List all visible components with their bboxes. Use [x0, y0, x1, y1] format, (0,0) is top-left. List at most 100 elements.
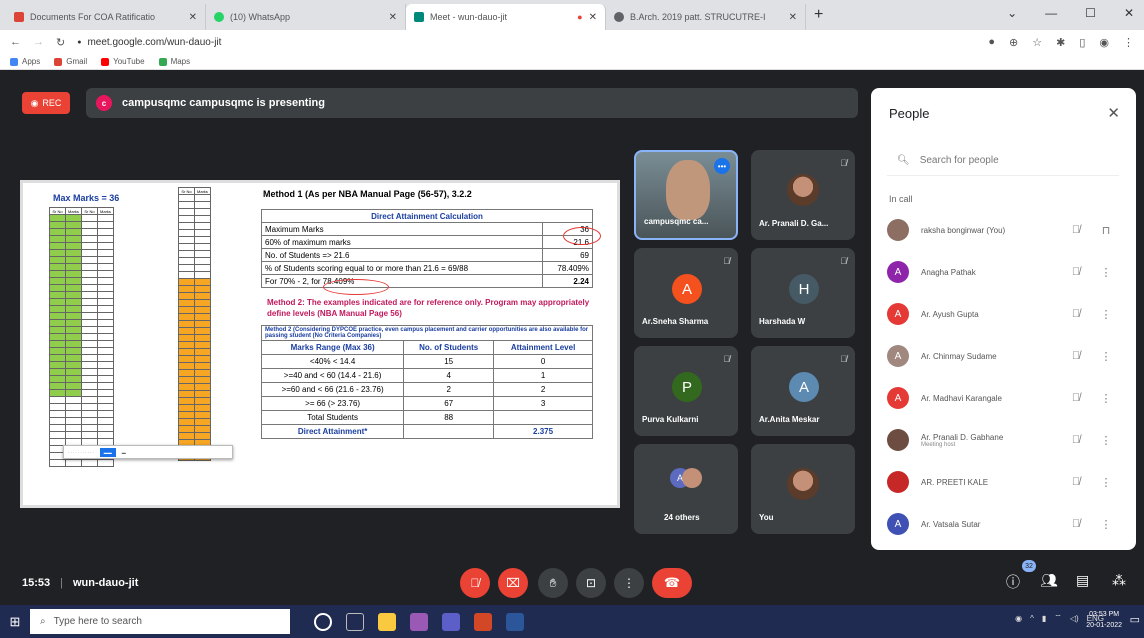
new-tab-button[interactable]: + [806, 6, 831, 30]
windows-start-icon[interactable]: ⊞ [0, 614, 30, 630]
mic-off-icon[interactable]: 🎙̸ [1061, 392, 1091, 404]
participant-row[interactable]: AR. PREETI KALE 🎙̸ ⋮ [887, 464, 1127, 500]
maps-icon [158, 57, 167, 66]
mic-off-icon[interactable]: 🎙̸ [1061, 434, 1091, 446]
close-tab-icon[interactable]: ✕ [789, 12, 797, 23]
task-view-icon[interactable] [346, 612, 364, 631]
powerpoint-icon[interactable] [474, 612, 492, 631]
battery-icon[interactable]: ▮ [1042, 614, 1046, 623]
mic-off-icon[interactable]: 🎙̸ [1061, 224, 1091, 236]
back-icon[interactable]: ← [10, 36, 21, 48]
menu-icon[interactable]: ⋮ [1123, 36, 1134, 49]
bookmark-maps[interactable]: Maps [158, 57, 190, 66]
activities-icon[interactable]: ⁂ [1112, 572, 1126, 589]
chat-icon[interactable]: ▤ [1076, 572, 1089, 589]
camera-toggle-button[interactable]: ⌧ [498, 568, 528, 598]
paint-icon[interactable] [410, 612, 428, 631]
more-options-icon[interactable]: ⋮ [1091, 266, 1121, 279]
browser-tab[interactable]: (10) WhatsApp ✕ [206, 4, 406, 30]
network-icon[interactable]: ⌔ [1054, 613, 1062, 623]
participant-name: Ar. Pranali D. Ga... [759, 219, 829, 228]
star-icon[interactable]: ☆ [1032, 36, 1042, 49]
file-explorer-icon[interactable] [378, 612, 396, 631]
more-options-button[interactable]: ⋮ [614, 568, 644, 598]
taskbar-search-input[interactable]: ⌕ Type here to search [30, 609, 290, 634]
participant-tile[interactable]: ••• campusqmc ca... [634, 150, 738, 240]
participant-name: Ar. Pranali D. Gabhane [921, 432, 1004, 442]
close-window-icon[interactable]: ✕ [1124, 6, 1134, 20]
mic-off-icon[interactable]: 🎙̸ [1061, 518, 1091, 530]
participant-row[interactable]: Ar. Pranali D. Gabhane Meeting host 🎙̸ ⋮ [887, 422, 1127, 458]
more-options-icon[interactable]: ••• [714, 158, 730, 174]
more-options-icon[interactable]: ⋮ [1091, 476, 1121, 489]
participant-tile[interactable]: 🎙̸ A Ar.Anita Meskar [751, 346, 855, 436]
others-tile[interactable]: A 24 others [634, 444, 738, 534]
more-options-icon[interactable]: ⋮ [1091, 518, 1121, 531]
recording-badge: ◉ REC [22, 92, 70, 114]
more-options-icon[interactable]: ⋮ [1091, 392, 1121, 405]
participant-row[interactable]: raksha bonginwar (You) 🎙̸ ⊓ [887, 212, 1127, 248]
participant-row[interactable]: A Ar. Ayush Gupta 🎙̸ ⋮ [887, 296, 1127, 332]
minimize-icon[interactable]: — [1045, 6, 1057, 20]
cortana-icon[interactable] [314, 612, 332, 631]
word-icon[interactable] [506, 612, 524, 631]
info-icon[interactable]: ⓘ [1006, 572, 1020, 592]
people-icon[interactable]: 👥︎ [1040, 572, 1058, 589]
more-options-icon[interactable]: ⋮ [1091, 308, 1121, 321]
camera-icon[interactable]: ● [988, 36, 995, 49]
browser-tab-active[interactable]: Meet - wun-dauo-jit ● ✕ [406, 4, 606, 30]
reload-icon[interactable]: ↻ [56, 36, 65, 49]
people-search-input[interactable]: 🔍︎ Search for people [887, 146, 1119, 176]
participant-row[interactable]: A Anagha Pathak 🎙̸ ⋮ [887, 254, 1127, 290]
participant-tile[interactable]: 🎙̸ P Purva Kulkarni [634, 346, 738, 436]
profile-avatar[interactable]: ◉ [1099, 36, 1109, 49]
mic-toggle-button[interactable]: 🎙̸ [460, 568, 490, 598]
participant-tile[interactable]: 🎙̸ Ar. Pranali D. Ga... [751, 150, 855, 240]
chrome-icon[interactable]: ◉ [1015, 614, 1022, 623]
mic-off-icon: 🎙̸ [723, 354, 730, 364]
participant-row[interactable]: A Ar. Vatsala Sutar 🎙̸ ⋮ [887, 506, 1127, 542]
bookmark-gmail[interactable]: Gmail [54, 57, 87, 66]
participant-row[interactable]: A Ar. Madhavi Karangale 🎙̸ ⋮ [887, 380, 1127, 416]
table-cell: Sr No [49, 207, 66, 215]
more-options-icon[interactable]: ⋮ [1091, 350, 1121, 363]
notifications-icon[interactable]: ▭ [1130, 613, 1140, 626]
raise-hand-button[interactable]: ✋︎ [538, 568, 568, 598]
browser-tab[interactable]: Documents For COA Ratificatio ✕ [6, 4, 206, 30]
more-options-icon[interactable]: ⋮ [1091, 434, 1121, 447]
participant-avatar [887, 471, 909, 493]
close-tab-icon[interactable]: ✕ [389, 12, 397, 23]
close-icon[interactable]: ✕ [1107, 104, 1120, 122]
table-cell: 1 [493, 368, 593, 383]
chevron-up-icon[interactable]: ^ [1030, 614, 1034, 623]
extensions-icon[interactable]: ✱ [1056, 36, 1065, 49]
zoom-icon[interactable]: ⊕ [1009, 36, 1018, 49]
chevron-down-icon[interactable]: ⌄ [1007, 6, 1017, 20]
mic-off-icon[interactable]: 🎙̸ [1061, 266, 1091, 278]
bookmark-apps[interactable]: Apps [10, 57, 40, 66]
teams-icon[interactable] [442, 612, 460, 631]
participant-name: 24 others [664, 513, 700, 522]
mic-off-icon[interactable]: 🎙̸ [1061, 476, 1091, 488]
mic-off-icon[interactable]: 🎙̸ [1061, 308, 1091, 320]
sidebar-icon[interactable]: ▯ [1079, 36, 1085, 49]
volume-icon[interactable]: ◁) [1070, 614, 1079, 623]
browser-tab[interactable]: B.Arch. 2019 patt. STRUCUTRE-I ✕ [606, 4, 806, 30]
taskbar-clock[interactable]: 03:53 PM 20-01-2022 [1086, 609, 1122, 631]
participant-tile[interactable]: 🎙̸ A Ar.Sneha Sharma [634, 248, 738, 338]
self-tile[interactable]: You [751, 444, 855, 534]
participant-tile[interactable]: 🎙̸ H Harshada W [751, 248, 855, 338]
end-call-button[interactable]: ☎︎ [652, 568, 692, 598]
bookmark-youtube[interactable]: YouTube [101, 57, 145, 66]
participant-row[interactable]: A Ar. Chinmay Sudame 🎙̸ ⋮ [887, 338, 1127, 374]
participant-name: raksha bonginwar (You) [921, 225, 1006, 235]
close-tab-icon[interactable]: ✕ [189, 12, 197, 23]
url-field[interactable]: ● meet.google.com/wun-dauo-jit [77, 37, 976, 48]
maximize-icon[interactable]: ☐ [1085, 6, 1096, 20]
apps-grid-icon [10, 57, 18, 66]
mic-off-icon[interactable]: 🎙̸ [1061, 350, 1091, 362]
close-tab-icon[interactable]: ✕ [589, 12, 597, 23]
present-button[interactable]: ⊡ [576, 568, 606, 598]
pin-icon[interactable]: ⊓ [1091, 224, 1121, 237]
forward-icon[interactable]: → [33, 36, 44, 48]
